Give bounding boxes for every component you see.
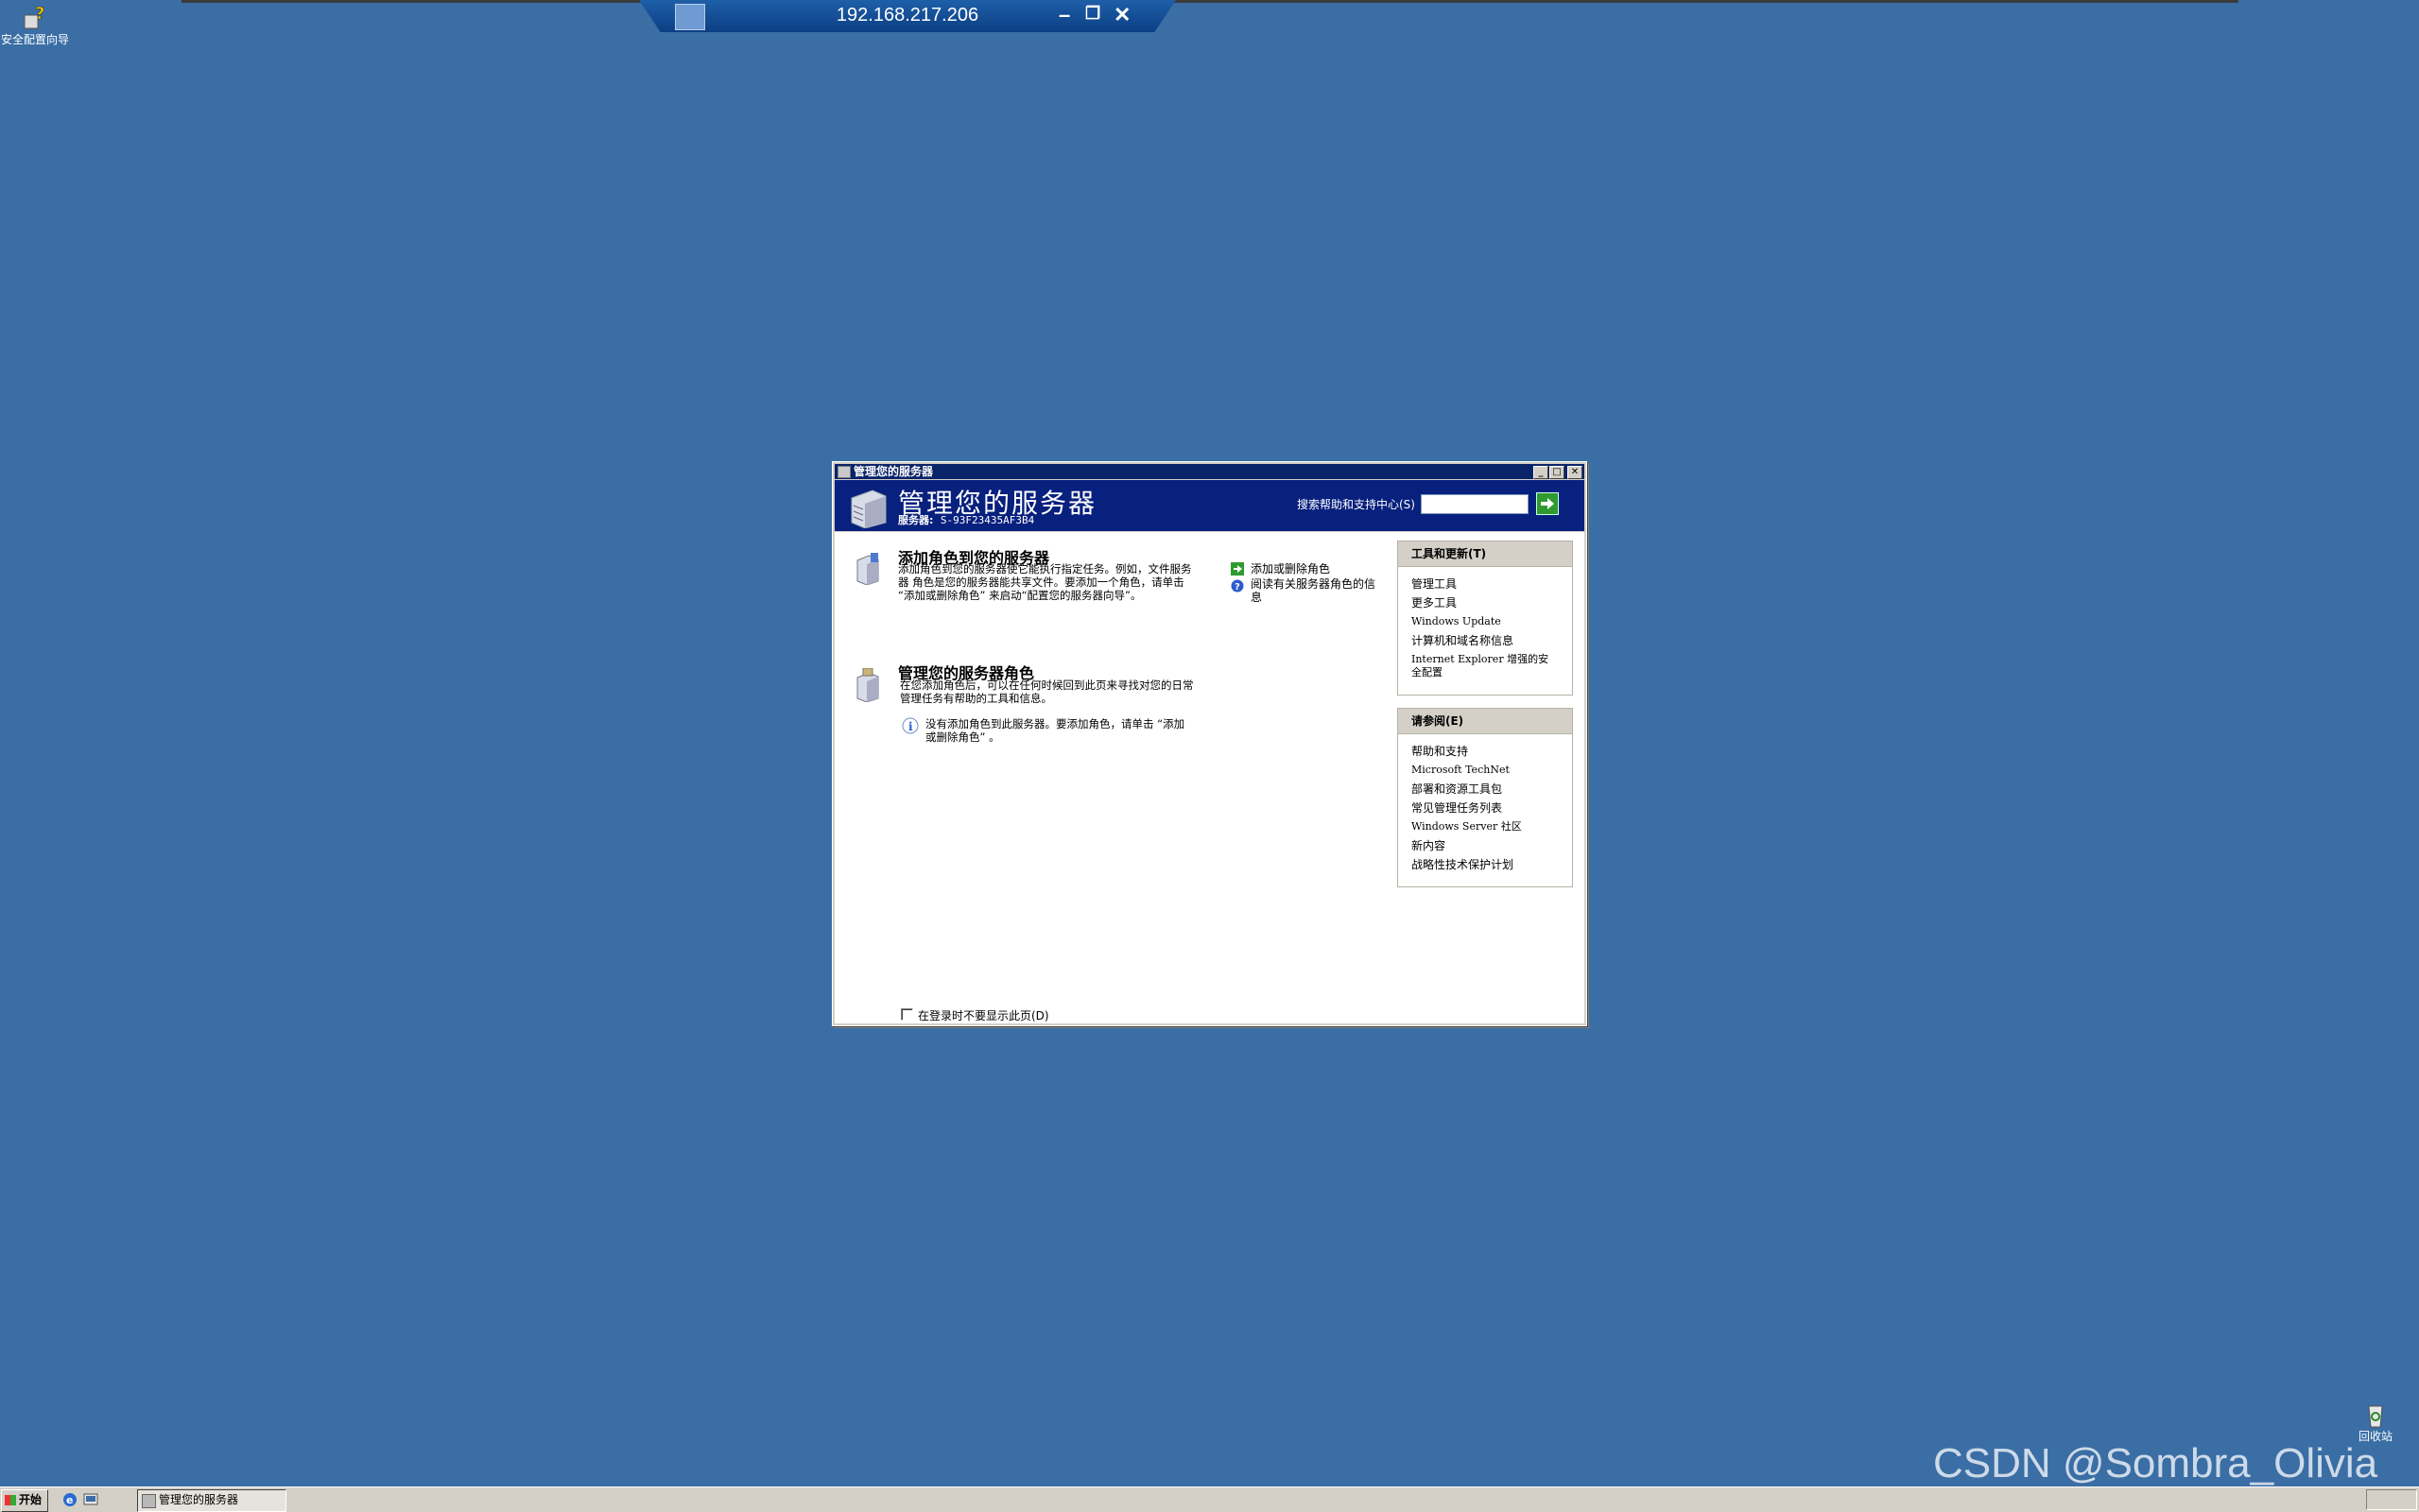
- desktop-icon-recycle-bin[interactable]: 回收站: [2341, 1400, 2410, 1443]
- panel-link-server-community[interactable]: Windows Server 社区: [1411, 817, 1572, 836]
- panel-link-admin-tasks[interactable]: 常见管理任务列表: [1411, 799, 1572, 817]
- section-manage-roles-text: 在您添加角色后，可以在任何时候回到此页来寻找对您的日常 管理任务有帮助的工具和信…: [900, 679, 1194, 705]
- section-add-role-text: 添加角色到您的服务器使它能执行指定任务。例如，文件服务 器 角色是您的服务器能共…: [898, 562, 1192, 602]
- panel-link-admin-tools[interactable]: 管理工具: [1411, 575, 1572, 593]
- manage-server-window: 管理您的服务器 _ □ ✕ 管理您的服务器 服务器: S-93F23435AF3B4…: [832, 461, 1587, 1026]
- window-app-icon: [838, 466, 851, 478]
- window-content: 添加角色到您的服务器 添加角色到您的服务器使它能执行指定任务。例如，文件服务 器…: [835, 532, 1584, 1023]
- text-line: 在您添加角色后，可以在任何时候回到此页来寻找对您的日常: [900, 679, 1194, 692]
- text-line: 或删除角色” 。: [925, 730, 1000, 744]
- no-roles-info-text: 没有添加角色到此服务器。要添加角色，请单击 “添加 或删除角色” 。: [925, 717, 1184, 744]
- search-label: 搜索帮助和支持中心(S): [1297, 498, 1415, 511]
- show-desktop-icon[interactable]: [83, 1492, 98, 1507]
- window-title: 管理您的服务器: [854, 465, 934, 478]
- watermark: CSDN @Sombra_Olivia: [1933, 1440, 2378, 1486]
- minimize-icon[interactable]: –: [1059, 3, 1070, 27]
- start-label: 开始: [19, 1493, 43, 1506]
- help-icon: ?: [1231, 579, 1244, 593]
- read-about-roles-link[interactable]: 阅读有关服务器角色的信息: [1251, 577, 1383, 604]
- panel-link-technet[interactable]: Microsoft TechNet: [1411, 761, 1572, 780]
- taskbar: 开始 e 管理您的服务器: [0, 1486, 2419, 1512]
- text-line: 器 角色是您的服务器能共享文件。要添加一个角色，请单击: [898, 576, 1184, 589]
- restore-icon[interactable]: ❐: [1085, 4, 1100, 24]
- header-server-info: 服务器: S-93F23435AF3B4: [898, 512, 1034, 527]
- server-icon: [851, 490, 887, 528]
- svg-text:e: e: [66, 1494, 73, 1506]
- panel-link-windows-update[interactable]: Windows Update: [1411, 612, 1572, 631]
- tools-updates-panel: 工具和更新(T) 管理工具 更多工具 Windows Update 计算机和域名…: [1397, 541, 1573, 696]
- panel-header: 工具和更新(T): [1398, 541, 1572, 567]
- panel-link-ie-esc[interactable]: Internet Explorer 增强的安 全配置: [1411, 653, 1572, 679]
- panel-link-whats-new[interactable]: 新内容: [1411, 836, 1572, 855]
- security-wizard-icon: ?: [24, 4, 45, 29]
- ie-icon[interactable]: e: [62, 1492, 78, 1507]
- system-tray[interactable]: [2366, 1489, 2417, 1510]
- window-titlebar[interactable]: 管理您的服务器 _ □ ✕: [835, 464, 1584, 479]
- windows-flag-icon: [5, 1495, 16, 1505]
- desktop-icon-label: 安全配置向导: [0, 33, 69, 46]
- text-line: 没有添加角色到此服务器。要添加角色，请单击 “添加: [925, 717, 1185, 730]
- task-app-icon: [142, 1494, 156, 1508]
- info-icon: i: [902, 717, 919, 734]
- dont-show-checkbox-row[interactable]: 在登录时不要显示此页(D): [901, 1007, 1049, 1023]
- recycle-bin-icon: [2368, 1405, 2383, 1428]
- panel-link-deployment-kit[interactable]: 部署和资源工具包: [1411, 780, 1572, 799]
- start-button[interactable]: 开始: [1, 1489, 48, 1512]
- text-line: 添加角色到您的服务器使它能执行指定任务。例如，文件服务: [898, 562, 1192, 576]
- panel-link-more-tools[interactable]: 更多工具: [1411, 593, 1572, 612]
- taskbar-button-manage-server[interactable]: 管理您的服务器: [137, 1489, 286, 1512]
- manage-roles-icon: [856, 668, 879, 702]
- panel-link-help-support[interactable]: 帮助和支持: [1411, 742, 1572, 761]
- task-button-label: 管理您的服务器: [159, 1493, 239, 1506]
- see-also-panel: 请参阅(E) 帮助和支持 Microsoft TechNet 部署和资源工具包 …: [1397, 708, 1573, 887]
- window-header-banner: 管理您的服务器 服务器: S-93F23435AF3B4 搜索帮助和支持中心(S…: [835, 480, 1584, 531]
- close-icon[interactable]: ✕: [1114, 3, 1131, 27]
- window-minimize-button[interactable]: _: [1533, 466, 1548, 479]
- desktop-icon-security-wizard[interactable]: ? 安全配置向导: [0, 4, 70, 46]
- green-arrow-icon: [1231, 562, 1244, 576]
- panel-link-computer-domain-info[interactable]: 计算机和域名称信息: [1411, 631, 1572, 650]
- text-line: “添加或删除角色” 来启动“配置您的服务器向导”。: [898, 589, 1142, 602]
- server-name: S-93F23435AF3B4: [940, 514, 1035, 526]
- svg-text:?: ?: [1235, 582, 1240, 593]
- window-maximize-button[interactable]: □: [1549, 466, 1564, 479]
- panel-link-line: Internet Explorer 增强的安: [1411, 653, 1549, 665]
- panel-link-line: 全配置: [1411, 666, 1443, 679]
- rdp-top-border: [181, 0, 2238, 3]
- panel-header: 请参阅(E): [1398, 709, 1572, 734]
- svg-text:?: ?: [35, 4, 44, 24]
- window-close-button[interactable]: ✕: [1567, 466, 1582, 479]
- svg-text:i: i: [908, 720, 913, 733]
- add-role-icon: [856, 553, 879, 585]
- checkbox-label: 在登录时不要显示此页(D): [918, 1009, 1049, 1022]
- rdp-connection-bar[interactable]: 192.168.217.206 – ❐ ✕: [639, 0, 1176, 32]
- panel-link-security-program[interactable]: 战略性技术保护计划: [1411, 855, 1572, 874]
- dont-show-checkbox[interactable]: [901, 1008, 913, 1021]
- text-line: 管理任务有帮助的工具和信息。: [900, 692, 1052, 705]
- search-input[interactable]: [1421, 494, 1529, 514]
- server-label: 服务器:: [898, 514, 934, 526]
- add-remove-role-link[interactable]: 添加或删除角色: [1251, 562, 1330, 576]
- search-go-icon[interactable]: [1536, 492, 1559, 515]
